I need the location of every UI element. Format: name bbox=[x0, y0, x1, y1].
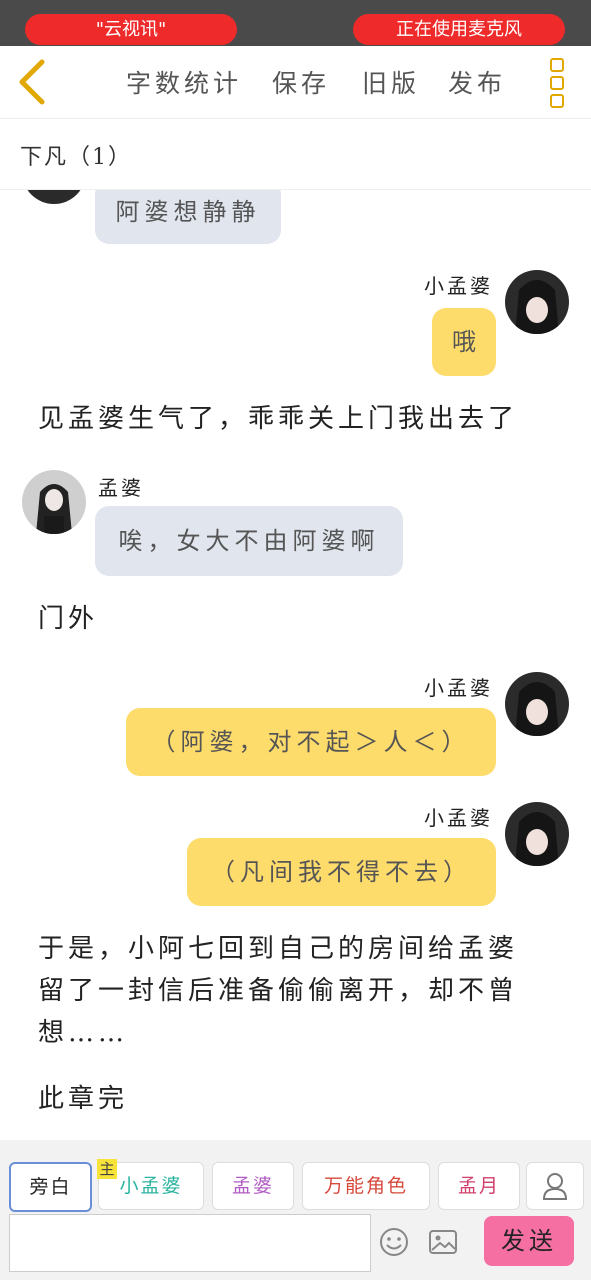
message-input[interactable] bbox=[9, 1214, 371, 1272]
back-arrow-icon[interactable] bbox=[14, 58, 50, 106]
chat-bubble-right[interactable]: 哦 bbox=[432, 308, 496, 376]
chapter-title: 下凡（1） bbox=[20, 145, 132, 170]
app-sharing-pill[interactable]: "云视讯" bbox=[25, 14, 237, 45]
role-manager-button[interactable] bbox=[526, 1162, 584, 1210]
avatar[interactable] bbox=[505, 270, 569, 334]
emoji-icon[interactable] bbox=[379, 1227, 409, 1257]
speaker-name: 小孟婆 bbox=[424, 274, 493, 298]
chat-bubble-left[interactable]: 唉，女大不由阿婆啊 bbox=[95, 506, 403, 576]
main-role-badge: 主 bbox=[97, 1159, 117, 1179]
role-label: 万能角色 bbox=[323, 1175, 408, 1197]
avatar[interactable] bbox=[22, 190, 86, 204]
chat-bubble-left[interactable]: 阿婆想静静 bbox=[95, 190, 281, 244]
composer-panel: 旁白 主 小孟婆 孟婆 万能角色 孟月 发送 bbox=[0, 1140, 591, 1280]
chat-bubble-right[interactable]: （凡间我不得不去） bbox=[187, 838, 496, 906]
role-label: 孟月 bbox=[457, 1175, 500, 1197]
role-tag-mengpo[interactable]: 孟婆 bbox=[212, 1162, 294, 1210]
role-tag-universal[interactable]: 万能角色 bbox=[302, 1162, 430, 1210]
chat-bubble-right[interactable]: （阿婆，对不起＞人＜） bbox=[126, 708, 496, 776]
send-button[interactable]: 发送 bbox=[484, 1216, 574, 1266]
narration-text[interactable]: 门外 bbox=[38, 598, 98, 640]
role-label: 孟婆 bbox=[231, 1175, 274, 1197]
role-tag-mengyue[interactable]: 孟月 bbox=[438, 1162, 520, 1210]
chapter-end-text[interactable]: 此章完 bbox=[38, 1078, 128, 1120]
role-tag-narrator[interactable]: 旁白 bbox=[9, 1162, 92, 1212]
top-toolbar: 字数统计 保存 旧版 发布 bbox=[0, 46, 591, 119]
role-tag-xiaomengpo[interactable]: 主 小孟婆 bbox=[97, 1159, 204, 1210]
user-icon bbox=[542, 1173, 568, 1200]
speaker-name: 孟婆 bbox=[98, 476, 144, 500]
speaker-name: 小孟婆 bbox=[424, 676, 493, 700]
chapter-header[interactable]: 下凡（1） bbox=[0, 119, 591, 190]
more-menu-icon[interactable] bbox=[550, 58, 566, 108]
old-version-button[interactable]: 旧版 bbox=[362, 64, 420, 100]
publish-button[interactable]: 发布 bbox=[448, 64, 506, 100]
role-label: 小孟婆 bbox=[119, 1175, 183, 1197]
narration-text[interactable]: 于是，小阿七回到自己的房间给孟婆留了一封信后准备偷偷离开，却不曾想…… bbox=[38, 928, 538, 1054]
avatar[interactable] bbox=[505, 672, 569, 736]
narration-text[interactable]: 见孟婆生气了，乖乖关上门我出去了 bbox=[38, 398, 518, 440]
status-bar: "云视讯" 正在使用麦克风 bbox=[0, 0, 591, 46]
save-button[interactable]: 保存 bbox=[272, 64, 330, 100]
speaker-name: 小孟婆 bbox=[424, 806, 493, 830]
avatar[interactable] bbox=[22, 470, 86, 534]
microphone-in-use-pill[interactable]: 正在使用麦克风 bbox=[353, 14, 565, 45]
role-label: 旁白 bbox=[29, 1176, 72, 1198]
word-count-button[interactable]: 字数统计 bbox=[126, 64, 242, 100]
story-content[interactable]: 阿婆想静静 小孟婆 哦 见孟婆生气了，乖乖关上门我出去了 孟婆 唉，女大不由阿婆… bbox=[0, 190, 591, 1140]
avatar[interactable] bbox=[505, 802, 569, 866]
image-icon[interactable] bbox=[428, 1228, 458, 1256]
